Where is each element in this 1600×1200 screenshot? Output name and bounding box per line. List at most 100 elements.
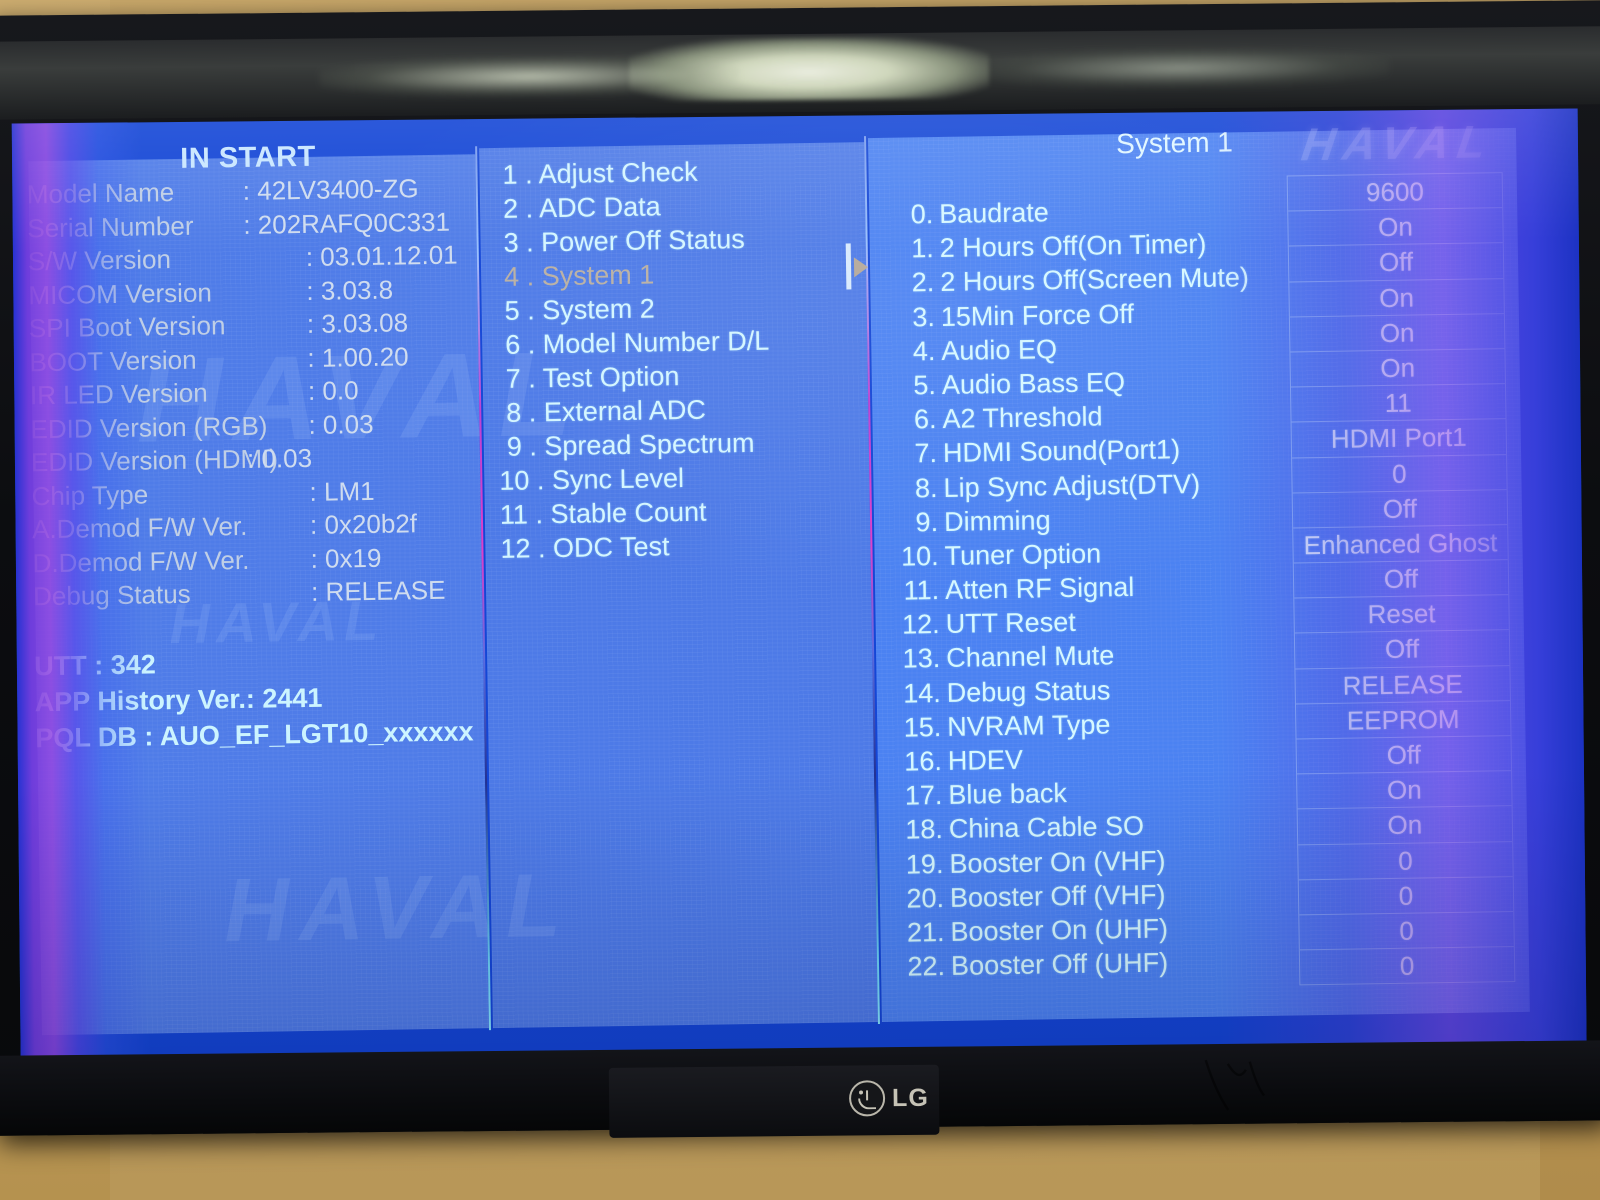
system1-option-list: 0. Baudrate 1. 2 Hours Off(On Timer) 2. 2 H… [893, 193, 1325, 986]
menu-item-adjust-check[interactable]: 1 . Adjust Check [494, 154, 864, 194]
option-label: Baudrate [938, 197, 1050, 229]
menu-item-system-1[interactable]: 4 . System 1 [496, 256, 866, 296]
value-cell-china-cable-so[interactable]: On [1297, 806, 1513, 845]
info-label: A.Demod F/W Ver. [31, 510, 248, 545]
info-label: D.Demod F/W Ver. [32, 544, 250, 578]
option-number: 14. [902, 677, 941, 709]
option-number: 21. [906, 916, 945, 948]
value-cell-booster-off-vhf[interactable]: 0 [1298, 876, 1514, 916]
lg-brand-logo: LG [848, 1080, 929, 1117]
option-label: Booster On (UHF) [950, 913, 1169, 947]
info-label: SPI Boot Version [28, 310, 226, 344]
value-cell-audio-bass-eq[interactable]: On [1290, 349, 1505, 388]
info-label: EDID Version (HDMI) [30, 443, 279, 478]
value-cell-lip-sync-adjust-dtv[interactable]: 0 [1292, 454, 1507, 494]
option-label: UTT Reset [945, 607, 1076, 640]
menu-item-number: 12 . [500, 533, 546, 564]
haval-watermark: HAVAL [1298, 115, 1498, 171]
ceiling-light-reflection-3 [969, 46, 1390, 91]
value-cell-baudrate[interactable]: 9600 [1287, 173, 1503, 212]
option-label: 2 Hours Off(Screen Mute) [940, 262, 1250, 298]
info-value: : 202RAFQ0C331 [243, 206, 451, 240]
menu-item-sync-level[interactable]: 10 . Sync Level [499, 460, 869, 500]
info-label: Model Name [26, 177, 175, 210]
in-start-title: IN START [180, 140, 317, 175]
option-number: 0. [910, 199, 934, 230]
bezel-scribble-mark [1204, 1059, 1266, 1111]
menu-item-stable-count[interactable]: 11 . Stable Count [500, 494, 870, 534]
value-cell-nvram-type[interactable]: EEPROM [1295, 700, 1511, 740]
menu-item-number: 5 . [504, 295, 535, 326]
menu-item-model-number-dl[interactable]: 6 . Model Number D/L [497, 324, 867, 364]
menu-item-label: Stable Count [550, 496, 707, 530]
option-label: Lip Sync Adjust(DTV) [943, 468, 1201, 503]
option-number: 6. [913, 404, 937, 435]
option-number: 8. [914, 472, 938, 503]
info-row: Debug Status: RELEASE [33, 575, 463, 615]
pql-db-row: PQL DB : AUO_EF_LGT10_xxxxxx [35, 716, 474, 754]
info-label: S/W Version [27, 244, 172, 277]
value-cell-tuner-option[interactable]: Enhanced Ghost [1293, 524, 1508, 564]
option-label: Dimming [943, 504, 1051, 537]
menu-item-label: Test Option [542, 361, 680, 394]
menu-item-power-off-status[interactable]: 3 . Power Off Status [495, 222, 865, 262]
menu-item-label: Model Number D/L [542, 325, 770, 360]
info-label: Chip Type [31, 478, 149, 511]
option-label: Debug Status [946, 674, 1111, 708]
extra-info-list: UTT : 342 APP History Ver.: 2441 PQL DB … [34, 645, 474, 760]
option-label: NVRAM Type [947, 709, 1111, 742]
device-info-list: Model Name: 42LV3400-ZG Serial Number: 2… [27, 173, 464, 615]
value-cell-hdmi-sound-port1[interactable]: HDMI Port1 [1291, 419, 1507, 458]
option-number: 7. [914, 438, 938, 469]
value-cell-2h-off-screen-mute[interactable]: Off [1288, 243, 1504, 283]
info-value: : 0.0 [307, 375, 359, 406]
ceiling-light-reflection-2 [319, 54, 740, 99]
menu-item-number: 7 . [505, 363, 536, 394]
option-number: 9. [915, 506, 939, 538]
value-cell-2h-off-on-timer[interactable]: On [1288, 208, 1503, 247]
info-label: MICOM Version [28, 276, 213, 310]
option-label: 2 Hours Off(On Timer) [939, 228, 1207, 264]
menu-item-label: Spread Spectrum [544, 427, 755, 462]
option-number: 1. [911, 233, 935, 264]
selection-caret-icon [845, 243, 852, 290]
menu-item-system-2[interactable]: 5 . System 2 [496, 290, 866, 330]
option-number: 2. [911, 267, 935, 298]
value-cell-hdev[interactable]: Off [1296, 736, 1512, 775]
menu-item-odc-test[interactable]: 12 . ODC Test [500, 528, 870, 568]
menu-item-label: Power Off Status [540, 224, 745, 258]
option-label: Atten RF Signal [944, 572, 1135, 606]
option-label: Tuner Option [944, 538, 1102, 571]
option-label: 15Min Force Off [940, 298, 1135, 332]
option-number: 10. [900, 540, 939, 572]
value-cell-debug-status[interactable]: RELEASE [1295, 665, 1510, 705]
value-cell-audio-eq[interactable]: On [1289, 313, 1505, 353]
menu-item-adc-data[interactable]: 2 . ADC Data [495, 188, 865, 228]
info-value: : 0.03 [246, 442, 313, 474]
info-value: : 0x20b2f [309, 508, 418, 540]
option-number: 12. [901, 609, 940, 640]
option-number: 11. [903, 575, 940, 606]
option-label: A2 Threshold [942, 401, 1103, 435]
value-cell-booster-on-uhf[interactable]: 0 [1299, 911, 1514, 951]
value-cell-booster-off-uhf[interactable]: 0 [1300, 947, 1515, 985]
value-cell-utt-reset[interactable]: Reset [1294, 595, 1509, 634]
menu-item-number: 8 . [506, 397, 537, 428]
menu-item-test-option[interactable]: 7 . Test Option [498, 358, 868, 398]
value-cell-booster-on-vhf[interactable]: 0 [1298, 841, 1513, 881]
menu-item-number: 3 . [503, 227, 534, 258]
value-cell-dimming[interactable]: Off [1292, 489, 1508, 529]
menu-item-external-adc[interactable]: 8 . External ADC [498, 392, 868, 432]
menu-item-spread-spectrum[interactable]: 9 . Spread Spectrum [499, 426, 869, 466]
lg-television: HAVAL HAVAL HAVAL HAVAL IN START Model N… [0, 0, 1600, 1138]
value-cell-channel-mute[interactable]: Off [1294, 630, 1510, 670]
option-row-booster-off-uhf[interactable]: 22. Booster Off (UHF) [905, 945, 1325, 986]
main-menu-list: 1 . Adjust Check 2 . ADC Data 3 . Power … [494, 154, 870, 568]
menu-item-label: System 2 [541, 293, 655, 326]
value-cell-blue-back[interactable]: On [1297, 771, 1512, 810]
option-label: Channel Mute [945, 640, 1115, 674]
option-label: Blue back [948, 778, 1068, 811]
value-cell-atten-rf-signal[interactable]: Off [1293, 560, 1509, 599]
value-cell-a2-threshold[interactable]: 11 [1291, 384, 1506, 423]
value-cell-15min-force-off[interactable]: On [1289, 278, 1504, 318]
